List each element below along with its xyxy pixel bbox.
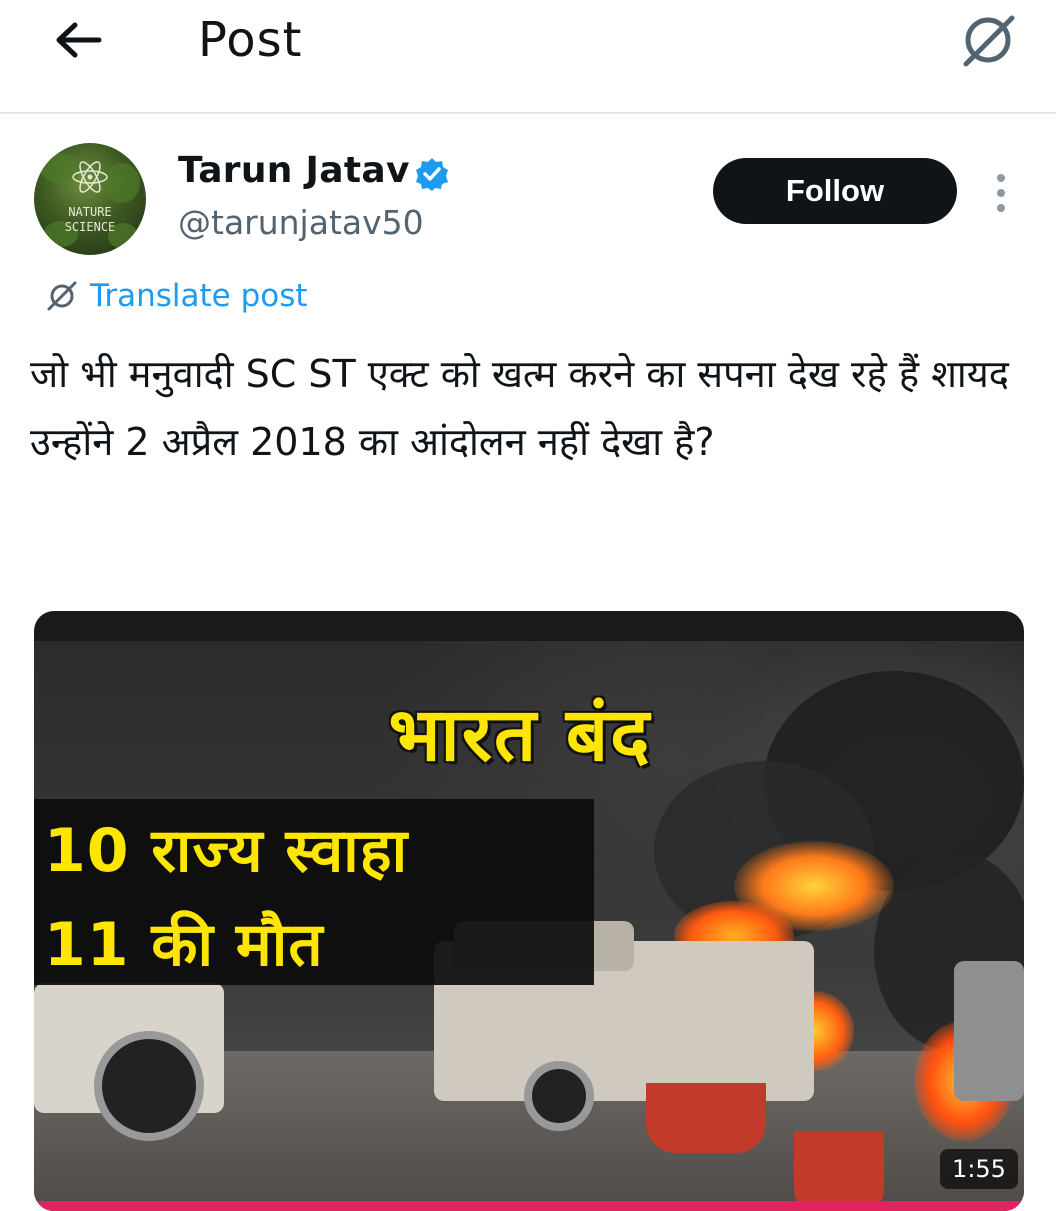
- follow-button[interactable]: Follow: [713, 158, 957, 224]
- translate-icon: [963, 15, 1015, 67]
- author-handle[interactable]: @tarunjatav50: [178, 203, 424, 242]
- video-headline: भारत बंद: [388, 692, 652, 778]
- verified-badge-icon: [416, 158, 448, 191]
- post-text: जो भी मनुवादी SC ST एक्ट को खत्म करने का…: [30, 352, 1009, 464]
- author-name[interactable]: Tarun Jatav: [178, 150, 410, 191]
- video-duration: 1:55: [940, 1149, 1018, 1189]
- back-button[interactable]: [50, 16, 106, 64]
- translate-post-link[interactable]: Translate post: [44, 276, 308, 316]
- more-vertical-icon: [997, 174, 1005, 182]
- post-media-video[interactable]: भारत बंद 10 राज्य स्वाहा 11 की मौत 1:55: [34, 611, 1024, 1211]
- avatar[interactable]: NATURE SCIENCE: [34, 143, 146, 255]
- video-subhead-1: 10 राज्य स्वाहा: [44, 816, 409, 886]
- arrow-left-icon: [56, 22, 102, 58]
- translate-post-label: Translate post: [90, 278, 308, 314]
- translate-button[interactable]: [952, 6, 1024, 74]
- avatar-caption: NATURE SCIENCE: [64, 205, 116, 234]
- video-subhead-2: 11 की मौत: [44, 910, 324, 980]
- translate-icon: [47, 281, 77, 311]
- atom-icon: [72, 161, 108, 193]
- page-title: Post: [198, 12, 303, 68]
- more-options-button[interactable]: [984, 170, 1018, 216]
- top-bar: Post: [0, 0, 1056, 114]
